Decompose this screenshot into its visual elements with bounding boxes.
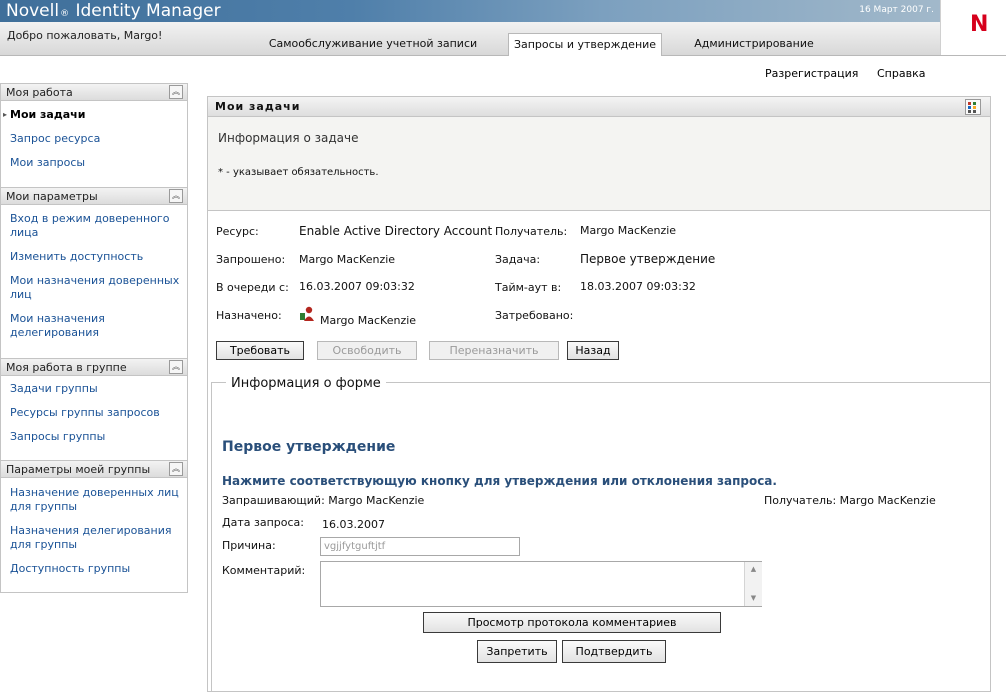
reassign-button[interactable]: Переназначить [429, 341, 559, 360]
brand-name: Novell [6, 1, 60, 21]
collapse-icon[interactable]: ︽ [169, 85, 183, 99]
sidebar-item-team-delegate-assignments[interactable]: Назначения делегирования для группы [10, 524, 180, 552]
sidebar-item-my-delegate-assignments[interactable]: Мои назначения делегирования [10, 312, 180, 340]
nav-section-title: Параметры моей группы [6, 463, 151, 476]
nav-section-my-settings: Мои параметры ︽ [0, 187, 188, 205]
view-comment-history-button[interactable]: Просмотр протокола комментариев [423, 612, 721, 633]
collapse-icon[interactable]: ︽ [169, 462, 183, 476]
requested-value: Margo MacKenzie [299, 253, 396, 266]
nav-section-body: Задачи группы Ресурсы группы запросов За… [0, 376, 188, 460]
comment-textarea[interactable] [320, 561, 762, 607]
task-value: Первое утверждение [580, 252, 716, 266]
release-button[interactable]: Освободить [317, 341, 417, 360]
layout-icon[interactable] [965, 99, 981, 115]
tab-administration[interactable]: Администрирование [680, 33, 828, 55]
required-note: * - указывает обязательность. [218, 167, 379, 178]
comment-scrollbar[interactable]: ▲ ▼ [744, 562, 762, 606]
queued-label: В очереди с: [216, 281, 289, 294]
reason-field[interactable]: vgjjfytguftjtf [320, 537, 520, 556]
app-title: Novell® Identity Manager [6, 1, 221, 21]
panel-title: Мои задачи [215, 100, 301, 113]
panel-header: Мои задачи [207, 96, 991, 117]
recipient-label: Получатель: [495, 225, 568, 238]
nav-section-body: ▸ Мои задачи Запрос ресурса Мои запросы [0, 101, 188, 187]
claim-button[interactable]: Требовать [216, 341, 304, 360]
nav-section-body: Назначение доверенных лиц для группы Наз… [0, 478, 188, 592]
deny-button[interactable]: Запретить [477, 640, 557, 663]
resource-label: Ресурс: [216, 225, 259, 238]
form-requester: Запрашивающий: Margo MacKenzie [222, 494, 425, 507]
nav-section-body: Вход в режим доверенного лица Изменить д… [0, 205, 188, 358]
sidebar-item-proxy-mode[interactable]: Вход в режим доверенного лица [10, 212, 180, 240]
sidebar-item-my-tasks[interactable]: Мои задачи [10, 108, 180, 122]
sidebar-item-my-proxy-assignments[interactable]: Мои назначения доверенных лиц [10, 274, 180, 302]
sidebar-item-edit-availability[interactable]: Изменить доступность [10, 250, 180, 264]
welcome-text: Добро пожаловать, Margo! [7, 29, 163, 42]
current-marker-icon: ▸ [3, 110, 8, 119]
request-date-label: Дата запроса: [222, 516, 304, 529]
nav-section-title: Моя работа [6, 86, 73, 99]
nav-section-title: Мои параметры [6, 190, 98, 203]
task-label: Задача: [495, 253, 541, 266]
collapse-icon[interactable]: ︽ [169, 360, 183, 374]
nav-section-title: Моя работа в группе [6, 361, 127, 374]
tab-self-service[interactable]: Самообслуживание учетной записи [256, 33, 490, 55]
registered-mark: ® [60, 9, 70, 19]
current-date: 16 Март 2007 г. [859, 5, 934, 15]
timeout-label: Тайм-аут в: [495, 281, 562, 294]
form-instruction: Нажмите соответствующую кнопку для утвер… [222, 474, 777, 488]
assigned-value: Margo MacKenzie [320, 314, 417, 327]
sidebar-item-request-resource[interactable]: Запрос ресурса [10, 132, 180, 146]
timeout-value: 18.03.2007 09:03:32 [580, 280, 696, 293]
back-button[interactable]: Назад [567, 341, 619, 360]
approve-button[interactable]: Подтвердить [562, 640, 666, 663]
novell-logo: N [970, 12, 989, 37]
tab-requests-approvals[interactable]: Запросы и утверждение [508, 33, 662, 56]
scroll-up-icon[interactable]: ▲ [748, 564, 759, 575]
logout-link[interactable]: Разрегистрация [765, 67, 858, 80]
form-legend: Информация о форме [226, 376, 386, 391]
claimed-label: Затребовано: [495, 309, 574, 322]
product-name: Identity Manager [75, 1, 221, 21]
nav-section-my-work: Моя работа ︽ [0, 83, 188, 101]
form-recipient: Получатель: Margo MacKenzie [764, 494, 936, 507]
queued-value: 16.03.2007 09:03:32 [299, 280, 415, 293]
nav-section-team-settings: Параметры моей группы ︽ [0, 460, 188, 478]
sidebar-item-team-request-resources[interactable]: Ресурсы группы запросов [10, 406, 180, 420]
form-title: Первое утверждение [222, 439, 396, 455]
reason-label: Причина: [222, 539, 276, 552]
requested-label: Запрошено: [216, 253, 286, 266]
resource-value: Enable Active Directory Account [299, 224, 493, 238]
sidebar-item-team-proxy-assignments[interactable]: Назначение доверенных лиц для группы [10, 486, 180, 514]
sidebar-item-team-availability[interactable]: Доступность группы [10, 562, 180, 576]
help-link[interactable]: Справка [877, 67, 925, 80]
nav-bottom-border [0, 592, 188, 593]
sidebar-item-team-tasks[interactable]: Задачи группы [10, 382, 180, 396]
request-date-value: 16.03.2007 [322, 518, 385, 531]
comment-label: Комментарий: [222, 564, 306, 577]
assigned-label: Назначено: [216, 309, 282, 322]
sidebar-item-my-requests[interactable]: Мои запросы [10, 156, 180, 170]
nav-section-team-work: Моя работа в группе ︽ [0, 358, 188, 376]
recipient-value: Margo MacKenzie [580, 224, 677, 237]
panel-subtitle: Информация о задаче [218, 131, 359, 145]
collapse-icon[interactable]: ︽ [169, 189, 183, 203]
sidebar-item-team-requests[interactable]: Запросы группы [10, 430, 180, 444]
scroll-down-icon[interactable]: ▼ [748, 593, 759, 604]
user-icon [299, 306, 317, 322]
